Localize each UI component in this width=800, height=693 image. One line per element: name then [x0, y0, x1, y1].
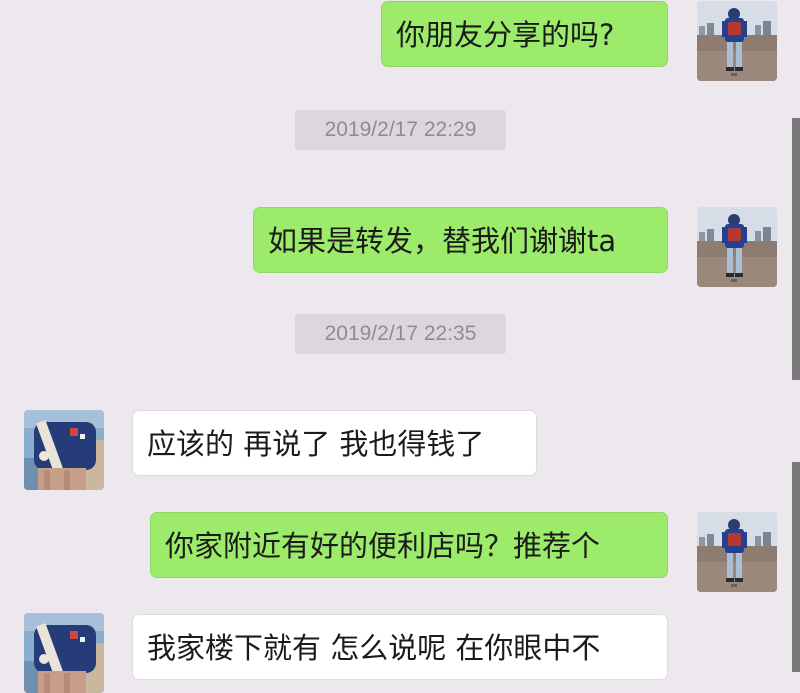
scroll-edge-marker [792, 462, 800, 672]
sent-message-bubble[interactable]: 如果是转发，替我们谢谢ta [253, 207, 668, 273]
sent-message-bubble[interactable]: 你家附近有好的便利店吗？推荐个 [150, 512, 668, 578]
self-avatar-icon[interactable] [697, 512, 777, 592]
message-timestamp: 2019/2/17 22:35 [295, 314, 506, 354]
self-avatar-icon[interactable] [697, 207, 777, 287]
chat-conversation: 你朋友分享的吗? 2019/2/17 22:29 如果是转发，替我们谢谢ta 2… [0, 0, 800, 672]
self-avatar-icon[interactable] [697, 1, 777, 81]
scroll-edge-marker [792, 118, 800, 380]
contact-avatar-icon[interactable] [24, 410, 104, 490]
received-message-bubble[interactable]: 应该的 再说了 我也得钱了 [132, 410, 537, 476]
contact-avatar-icon[interactable] [24, 613, 104, 693]
message-timestamp: 2019/2/17 22:29 [295, 110, 506, 150]
sent-message-bubble[interactable]: 你朋友分享的吗? [381, 1, 668, 67]
received-message-bubble[interactable]: 我家楼下就有 怎么说呢 在你眼中不 [132, 614, 668, 680]
